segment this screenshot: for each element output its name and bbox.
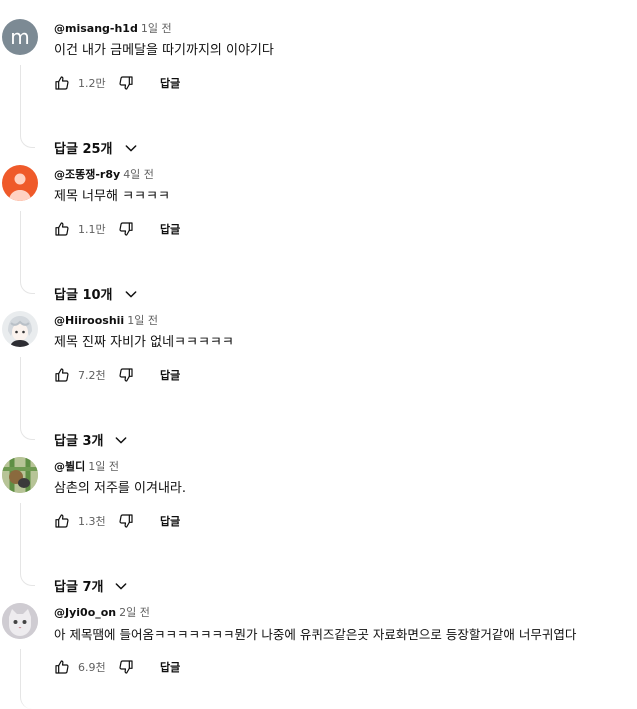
avatar[interactable] (2, 165, 38, 201)
comment-actions: 1.2만 답글 (52, 72, 180, 94)
thread-connector (20, 211, 35, 294)
comment-actions: 1.1만 답글 (52, 218, 180, 240)
dislike-button[interactable] (116, 219, 136, 239)
replies-count-label: 답글 10개 (54, 288, 113, 303)
avatar[interactable] (2, 457, 38, 493)
comment-actions: 7.2천 답글 (52, 364, 180, 386)
comment-actions: 1.3천 답글 (52, 510, 180, 532)
reply-button[interactable]: 답글 (160, 513, 180, 529)
like-button[interactable] (52, 73, 72, 93)
comment-item: m @misang-h1d 1일 전 이건 내가 금메달을 따기까지의 이야기다 … (0, 19, 637, 165)
comment-time[interactable]: 1일 전 (88, 460, 119, 473)
like-count: 6.9천 (78, 661, 106, 674)
comment-item: @뷜디 1일 전 삼촌의 저주를 이겨내라. 1.3천 답글 답글 7개 (0, 457, 637, 603)
comment-header: @조똥쟁-r8y 4일 전 (54, 168, 154, 182)
view-replies-button[interactable]: 답글 7개 (54, 576, 129, 595)
thumbs-up-icon (55, 514, 69, 528)
thumbs-up-icon (55, 222, 69, 236)
thumbs-down-icon (119, 514, 133, 528)
reply-button[interactable]: 답글 (160, 367, 180, 383)
author-name[interactable]: @Jyi0o_on (54, 606, 116, 619)
dislike-button[interactable] (116, 73, 136, 93)
dislike-button[interactable] (116, 365, 136, 385)
chevron-down-icon (113, 432, 129, 448)
author-name[interactable]: @Hiirooshii (54, 314, 124, 327)
thumbs-down-icon (119, 222, 133, 236)
chevron-down-icon (123, 286, 139, 302)
avatar[interactable] (2, 603, 38, 639)
like-button[interactable] (52, 365, 72, 385)
comment-text: 제목 너무해 ㅋㅋㅋㅋ (54, 189, 170, 204)
comment-text: 제목 진짜 자비가 없네ㅋㅋㅋㅋㅋ (54, 335, 234, 350)
replies-count-label: 답글 3개 (54, 434, 104, 449)
like-button[interactable] (52, 657, 72, 677)
comment-time[interactable]: 4일 전 (123, 168, 154, 181)
comment-time[interactable]: 2일 전 (119, 606, 150, 619)
comment-actions: 6.9천 답글 (52, 656, 180, 678)
comment-text: 이건 내가 금메달을 따기까지의 이야기다 (54, 43, 274, 58)
reply-button[interactable]: 답글 (160, 659, 180, 675)
comment-item: @조똥쟁-r8y 4일 전 제목 너무해 ㅋㅋㅋㅋ 1.1만 답글 답글 10개 (0, 165, 637, 311)
view-replies-button[interactable]: 답글 10개 (54, 284, 139, 303)
replies-count-label: 답글 25개 (54, 142, 113, 157)
dislike-button[interactable] (116, 657, 136, 677)
like-count: 1.2만 (78, 77, 106, 90)
thumbs-up-icon (55, 368, 69, 382)
like-count: 1.1만 (78, 223, 106, 236)
avatar[interactable]: m (2, 19, 38, 55)
comment-item: @Hiirooshii 1일 전 제목 진짜 자비가 없네ㅋㅋㅋㅋㅋ 7.2천 답… (0, 311, 637, 457)
person-icon (9, 173, 31, 201)
author-name[interactable]: @조똥쟁-r8y (54, 168, 120, 181)
comment-header: @뷜디 1일 전 (54, 460, 119, 474)
like-button[interactable] (52, 219, 72, 239)
avatar-letter: m (10, 25, 30, 49)
thumbs-up-icon (55, 76, 69, 90)
view-replies-button[interactable]: 답글 3개 (54, 430, 129, 449)
thread-connector (20, 65, 35, 148)
thumbs-down-icon (119, 76, 133, 90)
comment-text: 아 제목땜에 들어옴ㅋㅋㅋㅋㅋㅋㅋ뭔가 나중에 유퀴즈같은곳 자료화면으로 등장… (54, 627, 577, 642)
anime-character-avatar-icon (8, 316, 32, 347)
view-replies-button[interactable]: 답글 25개 (54, 138, 139, 157)
comment-time[interactable]: 1일 전 (127, 314, 158, 327)
photo-avatar-icon (2, 457, 38, 493)
comment-header: @Hiirooshii 1일 전 (54, 314, 158, 328)
author-name[interactable]: @뷜디 (54, 460, 85, 473)
like-count: 1.3천 (78, 515, 106, 528)
comment-header: @misang-h1d 1일 전 (54, 22, 172, 36)
chevron-down-icon (113, 578, 129, 594)
thread-connector (20, 503, 35, 586)
comment-header: @Jyi0o_on 2일 전 (54, 606, 150, 620)
thumbs-down-icon (119, 368, 133, 382)
comment-time[interactable]: 1일 전 (141, 22, 172, 35)
thread-connector (20, 649, 35, 709)
reply-button[interactable]: 답글 (160, 221, 180, 237)
like-button[interactable] (52, 511, 72, 531)
cat-photo-avatar-icon (2, 603, 38, 639)
thumbs-down-icon (119, 660, 133, 674)
like-count: 7.2천 (78, 369, 106, 382)
author-name[interactable]: @misang-h1d (54, 22, 138, 35)
reply-button[interactable]: 답글 (160, 75, 180, 91)
chevron-down-icon (123, 140, 139, 156)
replies-count-label: 답글 7개 (54, 580, 104, 595)
comment-item: @Jyi0o_on 2일 전 아 제목땜에 들어옴ㅋㅋㅋㅋㅋㅋㅋ뭔가 나중에 유퀴… (0, 603, 637, 709)
avatar[interactable] (2, 311, 38, 347)
thread-connector (20, 357, 35, 440)
thumbs-up-icon (55, 660, 69, 674)
dislike-button[interactable] (116, 511, 136, 531)
comment-text: 삼촌의 저주를 이겨내라. (54, 481, 186, 496)
